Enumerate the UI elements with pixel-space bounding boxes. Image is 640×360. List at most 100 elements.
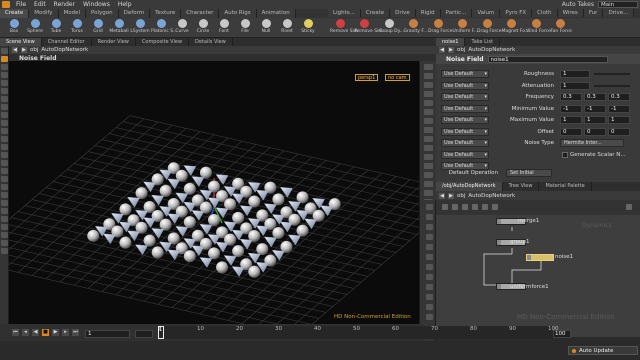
viewport-tool-icon[interactable] bbox=[1, 56, 8, 62]
shelf-tab[interactable]: Lights... bbox=[328, 9, 361, 17]
network-tool-icon[interactable] bbox=[426, 304, 433, 310]
shelf-tool[interactable]: Font bbox=[214, 19, 234, 37]
node-name-field[interactable]: noise1 bbox=[487, 55, 608, 63]
viewport-tool-icon[interactable] bbox=[1, 160, 8, 166]
shelf-tool[interactable]: Rivet bbox=[277, 19, 297, 37]
network-tool-icon[interactable] bbox=[426, 244, 433, 250]
shelf-tool[interactable]: Circle bbox=[193, 19, 213, 37]
viewport-tool-icon[interactable] bbox=[1, 104, 8, 110]
viewport-tool-icon[interactable] bbox=[1, 208, 8, 214]
viewport-tool-icon[interactable] bbox=[1, 248, 8, 254]
tool-icon[interactable] bbox=[472, 204, 478, 210]
display-option-icon[interactable] bbox=[424, 73, 433, 79]
shelf-tool[interactable]: Remove Sim... bbox=[355, 19, 387, 37]
param-value-field[interactable]: -1 bbox=[608, 104, 630, 113]
param-value-field[interactable]: 1 bbox=[608, 116, 630, 124]
last-frame-icon[interactable]: ⏭ bbox=[72, 329, 79, 336]
display-option-icon[interactable] bbox=[424, 154, 433, 160]
shelf-tool[interactable]: LSystem bbox=[130, 19, 150, 37]
shelf-tool[interactable]: Metaball bbox=[109, 19, 129, 37]
viewport-tool-icon[interactable] bbox=[1, 200, 8, 206]
network-tool-icon[interactable] bbox=[426, 314, 433, 320]
back-arrow-icon[interactable]: ◀ bbox=[439, 192, 445, 199]
viewport-tool-icon[interactable] bbox=[1, 88, 8, 94]
tool-icon[interactable] bbox=[452, 204, 458, 210]
shelf-tool[interactable]: Group Dy... bbox=[379, 19, 404, 37]
shelf-tab[interactable]: Auto Rigs bbox=[219, 9, 257, 18]
play-reverse-icon[interactable]: ◀ bbox=[32, 329, 39, 336]
first-frame-icon[interactable]: ⏮ bbox=[12, 329, 19, 336]
auto-update-menu[interactable]: Auto Update bbox=[568, 346, 638, 355]
menu-help[interactable]: Help bbox=[114, 1, 136, 8]
shelf-tab[interactable]: Animation bbox=[256, 9, 296, 18]
display-option-icon[interactable] bbox=[424, 181, 433, 187]
network-tab[interactable]: Tree View bbox=[503, 182, 540, 191]
menu-render[interactable]: Render bbox=[50, 1, 79, 8]
param-value-field[interactable]: 0 bbox=[584, 127, 606, 136]
auto-takes-toggle[interactable]: Auto Takes bbox=[562, 1, 594, 8]
display-option-icon[interactable] bbox=[424, 172, 433, 178]
shelf-tab[interactable]: Modify bbox=[29, 9, 59, 18]
pane-tab[interactable]: Details View bbox=[189, 38, 233, 46]
shelf-tool[interactable]: Tube bbox=[46, 19, 66, 37]
shelf-tool[interactable]: File bbox=[235, 19, 255, 37]
network-tool-icon[interactable] bbox=[426, 274, 433, 280]
shelf-tab[interactable]: Character bbox=[181, 9, 220, 18]
shelf-tool[interactable]: Drag Force bbox=[428, 19, 453, 37]
param-value-field[interactable]: 1 bbox=[560, 81, 590, 90]
path-obj[interactable]: obj bbox=[457, 47, 465, 53]
shelf-tab[interactable]: Deform bbox=[118, 9, 151, 18]
param-slider[interactable] bbox=[594, 84, 630, 87]
menu-icon[interactable] bbox=[626, 204, 632, 210]
pane-tab[interactable]: Scene View bbox=[0, 38, 42, 46]
path-network[interactable]: AutoDopNetwork bbox=[41, 47, 88, 53]
use-default-menu[interactable]: Use Default bbox=[441, 150, 489, 159]
param-value-field[interactable]: -1 bbox=[560, 104, 582, 113]
viewport-tool-icon[interactable] bbox=[1, 136, 8, 142]
shelf-tab[interactable]: Partic... bbox=[440, 9, 473, 17]
noise-node[interactable] bbox=[526, 254, 554, 261]
next-key-icon[interactable]: ▸ bbox=[62, 329, 69, 336]
tool-icon[interactable] bbox=[442, 204, 448, 210]
viewport-tool-icon[interactable] bbox=[1, 128, 8, 134]
viewport-tool-icon[interactable] bbox=[1, 144, 8, 150]
network-tool-icon[interactable] bbox=[426, 224, 433, 230]
network-tab[interactable]: /obj/AutoDopNetwork bbox=[436, 182, 503, 191]
viewport-tool-icon[interactable] bbox=[1, 112, 8, 118]
forward-arrow-icon[interactable]: ▶ bbox=[448, 192, 454, 199]
noise-type-menu[interactable]: Hermite Inter... bbox=[560, 139, 624, 147]
forward-arrow-icon[interactable]: ▶ bbox=[21, 47, 27, 53]
viewport-tool-icon[interactable] bbox=[1, 216, 8, 222]
param-value-field[interactable]: 0 bbox=[608, 127, 630, 136]
path-obj[interactable]: obj bbox=[457, 193, 465, 199]
desktop-selector[interactable]: Main bbox=[598, 1, 638, 8]
frame-cursor[interactable]: 1 bbox=[158, 326, 164, 339]
play-icon[interactable]: ▶ bbox=[52, 329, 59, 336]
shelf-tool[interactable]: Box bbox=[4, 19, 24, 37]
shelf-tool[interactable]: Sphere bbox=[25, 19, 45, 37]
viewport-tool-icon[interactable] bbox=[1, 168, 8, 174]
shelf-tab[interactable]: Rigid bbox=[415, 9, 441, 17]
network-tool-icon[interactable] bbox=[426, 254, 433, 260]
display-option-icon[interactable] bbox=[424, 100, 433, 106]
shelf-tool[interactable]: Gravity F... bbox=[404, 19, 428, 37]
end-frame-field[interactable]: 100 bbox=[553, 330, 571, 338]
network-tool-icon[interactable] bbox=[426, 264, 433, 270]
path-network[interactable]: AutoDopNetwork bbox=[468, 47, 515, 53]
shelf-tool[interactable]: Torus bbox=[67, 19, 87, 37]
display-option-icon[interactable] bbox=[424, 136, 433, 142]
shelf-tool[interactable]: Wind Force bbox=[526, 19, 551, 37]
shelf-tab[interactable]: Drive... bbox=[603, 9, 635, 17]
display-option-icon[interactable] bbox=[424, 64, 433, 70]
param-value-field[interactable]: 0 bbox=[560, 127, 582, 136]
network-tool-icon[interactable] bbox=[426, 214, 433, 220]
generate-scalar-checkbox[interactable] bbox=[562, 151, 568, 158]
menu-windows[interactable]: Windows bbox=[79, 1, 114, 8]
shelf-tab[interactable]: Cloth bbox=[532, 9, 558, 17]
shelf-tool[interactable]: Remove Sim bbox=[330, 19, 358, 37]
display-option-icon[interactable] bbox=[424, 163, 433, 169]
viewport-tool-icon[interactable] bbox=[1, 152, 8, 158]
path-network[interactable]: AutoDopNetwork bbox=[468, 193, 515, 199]
network-tool-icon[interactable] bbox=[426, 294, 433, 300]
shelf-tab[interactable]: Create bbox=[0, 9, 30, 18]
